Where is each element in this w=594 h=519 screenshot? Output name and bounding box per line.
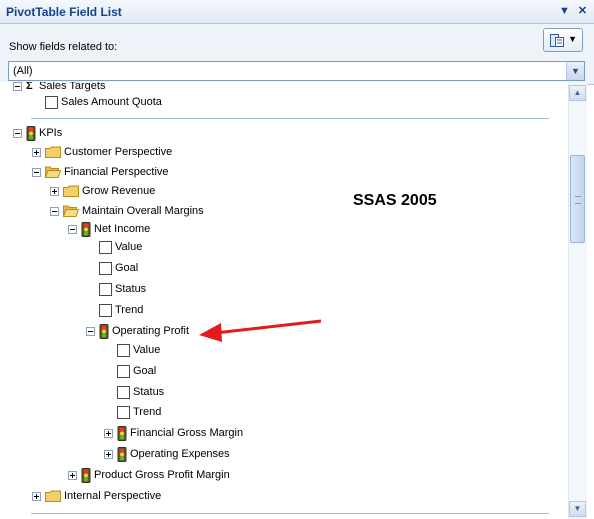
field-label: Value (115, 241, 143, 253)
kpi-icon (81, 221, 91, 237)
tree-node-label: Financial Gross Margin (130, 427, 244, 439)
tree-node-operating-expenses[interactable]: Operating Expenses (104, 445, 230, 463)
folder-icon (45, 146, 61, 158)
tree-node-grow-revenue[interactable]: Grow Revenue (50, 182, 155, 200)
tree-node-kpis[interactable]: KPIs (13, 124, 62, 142)
expand-icon[interactable] (104, 428, 113, 438)
tree-node-financial-gross-margin[interactable]: Financial Gross Margin (104, 424, 243, 442)
tree-node-label: Product Gross Profit Margin (94, 469, 230, 481)
expand-icon[interactable] (50, 186, 59, 196)
field-label: Goal (133, 365, 157, 377)
tree-node-label: KPIs (39, 127, 63, 139)
tree-node-label: Operating Expenses (130, 448, 230, 460)
checkbox[interactable] (45, 95, 58, 109)
field-label: Status (133, 386, 165, 398)
annotation-arrow-icon (199, 319, 322, 342)
checkbox[interactable] (117, 343, 130, 357)
tree-node-net-income[interactable]: Net Income (68, 220, 150, 238)
layout-icon (550, 34, 564, 47)
tree-node-label: Internal Perspective (64, 490, 162, 502)
kpi-icon (26, 125, 36, 141)
field-label: Status (115, 283, 147, 295)
field-operating-profit-trend[interactable]: Trend (117, 403, 161, 421)
folder-icon (45, 490, 61, 502)
tree-node-label: Sales Targets (39, 82, 106, 92)
related-fields-dropdown[interactable]: (All) ▼ (8, 61, 585, 81)
field-operating-profit-status[interactable]: Status (117, 383, 164, 401)
field-net-income-goal[interactable]: Goal (99, 259, 138, 277)
tree-node-internal-perspective[interactable]: Internal Perspective (32, 487, 161, 505)
checkbox[interactable] (99, 261, 112, 275)
checkbox[interactable] (117, 405, 130, 419)
field-net-income-value[interactable]: Value (99, 238, 142, 256)
tree-node-maintain-overall-margins[interactable]: Maintain Overall Margins (50, 202, 204, 220)
collapse-icon[interactable] (32, 167, 41, 177)
checkbox[interactable] (117, 364, 130, 378)
expand-icon[interactable] (104, 449, 113, 459)
field-sales-amount-quota[interactable]: Sales Amount Quota (45, 93, 162, 111)
expand-icon[interactable] (32, 491, 41, 501)
tree-node-label: Customer Perspective (64, 146, 173, 158)
close-icon[interactable]: ✕ (575, 4, 590, 19)
show-fields-label: Show fields related to: (9, 41, 118, 53)
checkbox[interactable] (99, 303, 112, 317)
section-divider (31, 513, 549, 514)
tree-node-operating-profit[interactable]: Operating Profit (86, 322, 189, 340)
annotation-label: SSAS 2005 (353, 192, 437, 209)
field-label: Goal (115, 262, 139, 274)
field-operating-profit-value[interactable]: Value (117, 341, 160, 359)
field-tree: Σ Sales Targets Sales Amount Quota KPIs … (0, 82, 568, 519)
expand-icon[interactable] (32, 147, 41, 157)
dropdown-icon[interactable]: ▼ (557, 4, 572, 19)
tree-node-label: Operating Profit (112, 325, 190, 337)
chevron-down-icon[interactable]: ▼ (566, 62, 584, 80)
field-operating-profit-goal[interactable]: Goal (117, 362, 156, 380)
expand-icon[interactable] (68, 470, 77, 480)
section-divider (31, 118, 549, 119)
window-title: PivotTable Field List (6, 5, 122, 19)
collapse-icon[interactable] (13, 128, 22, 138)
open-folder-icon (63, 205, 79, 217)
layout-button[interactable]: ▼ (543, 28, 583, 52)
field-label: Value (133, 344, 161, 356)
title-bar: PivotTable Field List ▼ ✕ (0, 0, 594, 24)
checkbox[interactable] (99, 240, 112, 254)
scroll-down-icon[interactable]: ▼ (569, 501, 586, 517)
collapse-icon[interactable] (86, 326, 95, 336)
open-folder-icon (45, 166, 61, 178)
field-net-income-status[interactable]: Status (99, 280, 146, 298)
kpi-icon (99, 323, 109, 339)
collapse-icon[interactable] (68, 224, 77, 234)
collapse-icon[interactable] (50, 206, 59, 216)
checkbox[interactable] (99, 282, 112, 296)
chevron-down-icon: ▼ (568, 34, 577, 44)
kpi-icon (81, 467, 91, 483)
checkbox[interactable] (117, 385, 130, 399)
tree-node-label: Maintain Overall Margins (82, 205, 204, 217)
kpi-icon (117, 425, 127, 441)
tree-node-customer-perspective[interactable]: Customer Perspective (32, 143, 172, 161)
collapse-icon[interactable] (13, 82, 22, 91)
folder-icon (63, 185, 79, 197)
tree-node-financial-perspective[interactable]: Financial Perspective (32, 163, 169, 181)
tree-node-label: Financial Perspective (64, 166, 169, 178)
vertical-scrollbar[interactable]: ▲ ▼ (568, 83, 587, 519)
dropdown-value: (All) (13, 65, 33, 77)
tree-node-label: Grow Revenue (82, 185, 156, 197)
field-label: Trend (133, 406, 162, 418)
measure-group-icon: Σ (26, 82, 33, 92)
field-label: Trend (115, 304, 144, 316)
kpi-icon (117, 446, 127, 462)
tree-node-product-gross-profit-margin[interactable]: Product Gross Profit Margin (68, 466, 230, 484)
scroll-up-icon[interactable]: ▲ (569, 85, 586, 101)
field-label: Sales Amount Quota (61, 96, 162, 108)
tree-node-label: Net Income (94, 223, 151, 235)
field-net-income-trend[interactable]: Trend (99, 301, 143, 319)
scrollbar-thumb[interactable] (570, 155, 585, 243)
